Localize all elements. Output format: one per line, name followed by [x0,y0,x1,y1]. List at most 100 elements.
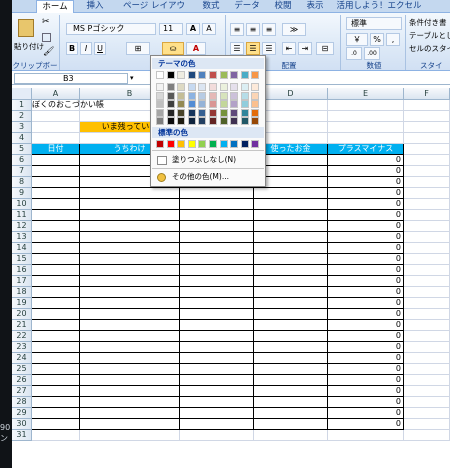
cell[interactable] [254,353,328,364]
theme-shade-swatch[interactable] [187,83,196,91]
theme-shade-swatch[interactable] [177,108,186,117]
cell[interactable] [32,166,80,177]
format-as-table-button[interactable]: テーブルとし [409,30,450,41]
cell[interactable] [404,276,450,287]
standard-color-swatch[interactable] [209,140,217,148]
theme-shade-swatch[interactable] [219,100,228,108]
paste-icon[interactable] [18,19,34,37]
cell[interactable] [404,298,450,309]
conditional-format-button[interactable]: 条件付き書 [409,17,447,28]
cell[interactable] [80,254,180,265]
row-header[interactable]: 15 [12,254,32,265]
cell[interactable]: 0 [328,188,404,199]
cell[interactable] [180,408,254,419]
cell[interactable]: 0 [328,177,404,188]
theme-shade-swatch[interactable] [177,100,186,108]
cell[interactable]: 0 [328,397,404,408]
cell[interactable] [80,419,180,430]
cell[interactable] [404,419,450,430]
cell[interactable] [328,430,404,441]
row-header[interactable]: 22 [12,331,32,342]
row-header[interactable]: 28 [12,397,32,408]
theme-shade-swatch[interactable] [177,117,186,125]
cell[interactable]: 0 [328,210,404,221]
cell[interactable] [404,199,450,210]
cell[interactable]: ぼくのおこづかい帳 [32,100,104,111]
theme-shade-swatch[interactable] [198,91,207,100]
cell[interactable] [180,221,254,232]
theme-shade-swatch[interactable] [219,91,228,100]
cell[interactable] [32,419,80,430]
theme-shade-swatch[interactable] [251,117,260,125]
cell[interactable] [80,276,180,287]
cell[interactable] [404,122,450,133]
cell[interactable] [80,221,180,232]
theme-shade-swatch[interactable] [166,117,175,125]
cell[interactable]: 0 [328,419,404,430]
cell[interactable] [180,254,254,265]
cell[interactable] [80,232,180,243]
cell[interactable] [254,254,328,265]
cell[interactable] [328,100,404,111]
borders-button[interactable]: ⊞ [126,42,150,55]
cell[interactable]: 0 [328,364,404,375]
cell[interactable]: 0 [328,166,404,177]
cell[interactable] [180,397,254,408]
cell[interactable] [32,375,80,386]
paste-button[interactable]: 貼り付け [14,41,44,52]
column-header[interactable]: E [328,88,404,100]
copy-icon[interactable] [42,33,51,42]
row-header[interactable]: 20 [12,309,32,320]
row-header[interactable]: 26 [12,375,32,386]
cell[interactable] [404,265,450,276]
cell[interactable] [180,353,254,364]
row-header[interactable]: 23 [12,342,32,353]
cell[interactable]: 0 [328,254,404,265]
cell[interactable] [254,375,328,386]
row-header[interactable]: 3 [12,122,32,133]
column-header[interactable]: A [32,88,80,100]
theme-color-swatch[interactable] [156,71,164,79]
row-header[interactable]: 30 [12,419,32,430]
cell[interactable]: 0 [328,320,404,331]
fill-color-button[interactable]: ⛀ [162,42,184,55]
row-header[interactable]: 31 [12,430,32,441]
cell[interactable] [80,353,180,364]
cell[interactable]: 0 [328,342,404,353]
cell[interactable] [32,177,80,188]
cell[interactable] [180,386,254,397]
number-format-select[interactable]: 標準 [346,17,402,30]
italic-button[interactable]: I [80,42,92,55]
theme-color-swatch[interactable] [219,71,228,79]
row-header[interactable]: 17 [12,276,32,287]
tab-home[interactable]: ホーム [36,0,74,13]
cell[interactable] [254,342,328,353]
cell[interactable] [80,375,180,386]
theme-shade-swatch[interactable] [209,117,217,125]
cell[interactable] [180,419,254,430]
row-header[interactable]: 9 [12,188,32,199]
underline-button[interactable]: U [94,42,106,55]
cell[interactable] [180,243,254,254]
cell[interactable] [180,342,254,353]
cell[interactable] [254,408,328,419]
tab-review[interactable]: 校閲 [270,0,296,13]
cell[interactable] [404,232,450,243]
cell[interactable] [80,309,180,320]
cell[interactable] [404,144,450,155]
standard-color-swatch[interactable] [230,140,239,148]
theme-shade-swatch[interactable] [230,108,239,117]
theme-shade-swatch[interactable] [230,91,239,100]
theme-shade-swatch[interactable] [219,83,228,91]
theme-shade-swatch[interactable] [166,83,175,91]
bold-button[interactable]: B [66,42,78,55]
align-left-icon[interactable]: ☰ [230,42,244,55]
cell[interactable] [80,298,180,309]
theme-shade-swatch[interactable] [166,91,175,100]
theme-shade-swatch[interactable] [219,108,228,117]
cell[interactable] [404,364,450,375]
cell[interactable] [32,331,80,342]
tab-insert[interactable]: 挿入 [82,0,108,13]
cell[interactable] [80,243,180,254]
theme-shade-swatch[interactable] [209,83,217,91]
